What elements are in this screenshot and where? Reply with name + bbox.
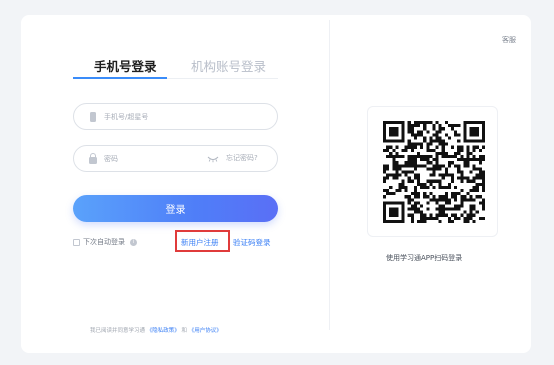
password-input[interactable]	[104, 151, 214, 167]
phone-icon	[90, 112, 96, 122]
agreement-prefix: 我已阅读并同意学习通	[90, 328, 146, 334]
code-login-link[interactable]: 验证码登录	[233, 237, 271, 248]
login-button[interactable]: 登录	[73, 195, 278, 222]
lock-icon	[89, 153, 97, 164]
info-icon[interactable]: i	[130, 238, 137, 246]
privacy-policy-link[interactable]: 《隐私政策》	[147, 328, 180, 334]
qr-code-box	[367, 106, 498, 237]
phone-input[interactable]	[104, 109, 214, 125]
customer-service-link[interactable]: 客服	[502, 35, 516, 45]
auto-login-label: 下次自动登录	[83, 238, 125, 246]
tab-org-login[interactable]: 机构账号登录	[191, 56, 266, 75]
eye-closed-icon[interactable]	[207, 155, 219, 163]
password-field[interactable]: 忘记密码?	[73, 145, 278, 172]
auto-login-option[interactable]: 下次自动登录 i	[73, 237, 137, 247]
register-link[interactable]: 新用户注册	[181, 237, 219, 248]
qr-code-icon	[383, 121, 485, 223]
panel-divider	[329, 20, 330, 330]
tab-phone-login[interactable]: 手机号登录	[94, 56, 157, 75]
agreement-text: 我已阅读并同意学习通 《隐私政策》 和 《用户协议》	[90, 326, 222, 334]
user-agreement-link[interactable]: 《用户协议》	[189, 328, 222, 334]
forgot-password-link[interactable]: 忘记密码?	[226, 153, 258, 163]
qr-caption: 使用学习通APP扫码登录	[386, 254, 463, 262]
phone-field[interactable]	[73, 103, 278, 130]
agreement-and: 和	[181, 328, 188, 334]
active-tab-indicator	[73, 77, 167, 79]
auto-login-checkbox[interactable]	[73, 238, 80, 246]
